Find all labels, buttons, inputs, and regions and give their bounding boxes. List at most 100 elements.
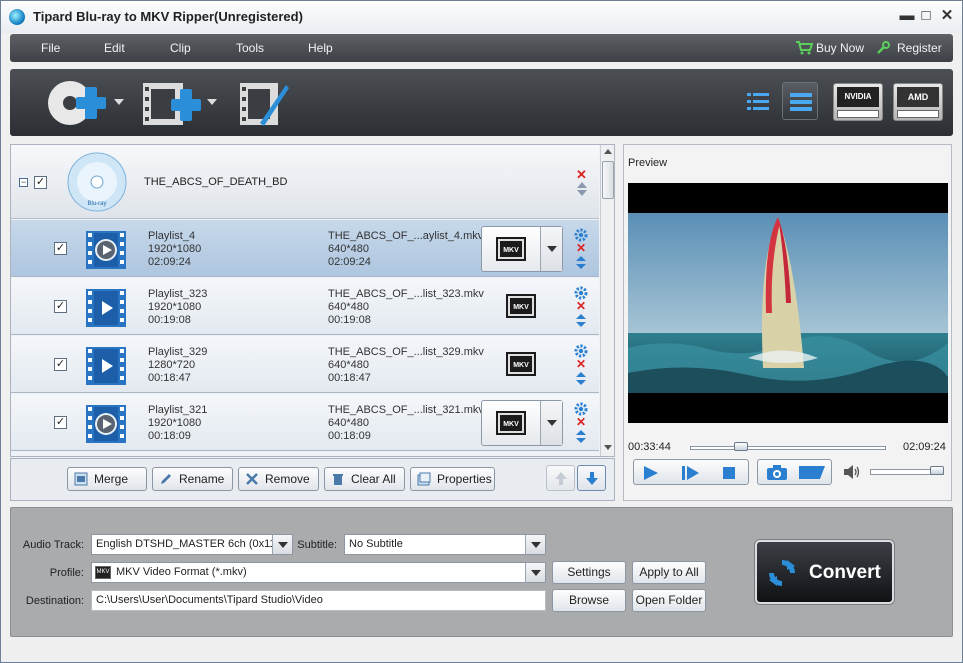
menu-edit[interactable]: Edit [104, 41, 125, 55]
move-down-icon[interactable] [576, 380, 586, 385]
list-scrollbar[interactable] [600, 145, 614, 456]
move-down-icon[interactable] [576, 322, 586, 327]
move-down-icon[interactable] [576, 264, 586, 269]
svg-text:MKV: MKV [503, 421, 519, 428]
playlist-row[interactable]: ✓ Playlist_329 1280*720 00:18:47 THE_ABC… [11, 336, 599, 393]
gear-icon[interactable] [574, 344, 588, 358]
profile-value: MKV Video Format (*.mkv) [116, 566, 247, 578]
chevron-down-icon[interactable] [525, 535, 545, 554]
add-file-icon[interactable] [141, 79, 203, 129]
chevron-down-icon[interactable] [525, 563, 545, 582]
playback-controls [633, 459, 944, 485]
scroll-thumb[interactable] [602, 161, 614, 199]
amd-acceleration-badge[interactable]: AMD [893, 83, 943, 121]
rename-button[interactable]: Rename [152, 467, 233, 491]
nvidia-acceleration-badge[interactable]: NVIDIA [833, 83, 883, 121]
volume-knob[interactable] [929, 466, 944, 475]
convert-button[interactable]: Convert [755, 540, 894, 604]
delete-icon[interactable]: ✕ [576, 357, 586, 371]
playlist-duration: 02:09:24 [148, 256, 191, 268]
key-icon[interactable] [876, 41, 890, 55]
delete-icon[interactable]: ✕ [576, 415, 586, 429]
merge-button[interactable]: Merge [67, 467, 147, 491]
playlist-row[interactable]: ✓ Playlist_323 1920*1080 00:19:08 THE_AB… [11, 278, 599, 335]
maximize-button[interactable]: □ [917, 7, 935, 25]
menu-file[interactable]: File [41, 41, 60, 55]
delete-icon[interactable]: ✕ [576, 299, 586, 313]
output-format-select[interactable]: MKV [481, 400, 563, 446]
open-folder-button[interactable]: Open Folder [632, 589, 706, 612]
move-down-icon[interactable] [576, 438, 586, 443]
seek-knob[interactable] [733, 442, 748, 451]
edit-video-icon[interactable] [238, 79, 290, 129]
playlist-checkbox[interactable]: ✓ [54, 416, 67, 429]
move-up-icon[interactable] [576, 430, 586, 435]
profile-select[interactable]: MKV MKV Video Format (*.mkv) [91, 562, 546, 583]
rename-label: Rename [179, 472, 225, 486]
chevron-down-icon[interactable] [272, 535, 292, 554]
minimize-button[interactable]: ▬ [898, 7, 916, 25]
disc-checkbox[interactable]: ✓ [34, 176, 47, 189]
move-up-icon[interactable] [577, 182, 587, 188]
gear-icon[interactable] [574, 286, 588, 300]
playlist-row[interactable]: ✓ Playlist_321 1920*1080 00:18:09 THE_AB… [11, 394, 599, 451]
play-icon[interactable] [642, 465, 660, 481]
playlist-row[interactable]: ✓ Playlist_4 1920*1080 02:09:24 THE_ABCS… [11, 220, 599, 277]
delete-icon[interactable]: ✕ [576, 241, 586, 255]
menu-clip[interactable]: Clip [170, 41, 191, 55]
load-disc-icon[interactable] [46, 77, 108, 129]
move-down-icon[interactable] [577, 190, 587, 196]
snapshot-folder-icon[interactable] [798, 464, 828, 481]
collapse-toggle[interactable]: − [19, 178, 28, 187]
seek-slider[interactable] [690, 446, 886, 450]
disc-row[interactable]: − ✓ Blu-ray THE_ABCS_OF_DEATH_BD ✕ [11, 145, 599, 219]
close-button[interactable]: ✕ [938, 7, 956, 25]
output-duration: 00:18:47 [328, 372, 371, 384]
scroll-up-icon[interactable] [604, 149, 612, 154]
move-up-button[interactable] [546, 465, 575, 491]
move-up-icon[interactable] [576, 256, 586, 261]
playlist-checkbox[interactable]: ✓ [54, 300, 67, 313]
remove-button[interactable]: Remove [238, 467, 319, 491]
playlist-checkbox[interactable]: ✓ [54, 242, 67, 255]
camera-icon[interactable] [766, 464, 788, 481]
move-down-button[interactable] [577, 465, 606, 491]
chevron-down-icon[interactable] [207, 99, 217, 105]
move-up-icon[interactable] [576, 314, 586, 319]
chevron-down-icon[interactable] [114, 99, 124, 105]
gear-icon[interactable] [574, 402, 588, 416]
settings-button[interactable]: Settings [552, 561, 626, 584]
clear-all-button[interactable]: Clear All [324, 467, 405, 491]
audio-track-select[interactable]: English DTSHD_MASTER 6ch (0x110 [91, 534, 293, 555]
menu-help[interactable]: Help [308, 41, 333, 55]
next-frame-icon[interactable] [681, 465, 701, 481]
move-up-icon[interactable] [576, 372, 586, 377]
playlist-name: Playlist_323 [148, 288, 208, 300]
properties-button[interactable]: Properties [410, 467, 495, 491]
destination-input[interactable]: C:\Users\User\Documents\Tipard Studio\Vi… [91, 590, 546, 611]
chevron-down-icon[interactable] [540, 227, 562, 271]
detail-view-button[interactable] [782, 82, 818, 120]
output-format-select[interactable]: MKV [481, 226, 563, 272]
stop-icon[interactable] [722, 466, 736, 480]
buy-now-link[interactable]: Buy Now [816, 41, 864, 55]
mkv-format-icon[interactable]: MKV [506, 352, 536, 376]
subtitle-select[interactable]: No Subtitle [344, 534, 546, 555]
gear-icon[interactable] [574, 228, 588, 242]
profile-label: Profile: [49, 567, 84, 579]
playlist-duration: 00:18:09 [148, 430, 191, 442]
playlist-checkbox[interactable]: ✓ [54, 358, 67, 371]
delete-icon[interactable]: ✕ [576, 167, 587, 183]
chevron-down-icon[interactable] [540, 401, 562, 445]
menu-tools[interactable]: Tools [236, 41, 264, 55]
register-link[interactable]: Register [897, 41, 942, 55]
browse-button[interactable]: Browse [552, 589, 626, 612]
scroll-down-icon[interactable] [604, 445, 612, 450]
output-filename: THE_ABCS_OF_...aylist_4.mkv [328, 230, 484, 242]
cart-icon[interactable] [795, 41, 813, 55]
video-file-icon [86, 289, 126, 327]
list-view-icon[interactable] [747, 91, 769, 111]
volume-icon[interactable] [843, 464, 861, 480]
mkv-format-icon[interactable]: MKV [506, 294, 536, 318]
apply-to-all-button[interactable]: Apply to All [632, 561, 706, 584]
